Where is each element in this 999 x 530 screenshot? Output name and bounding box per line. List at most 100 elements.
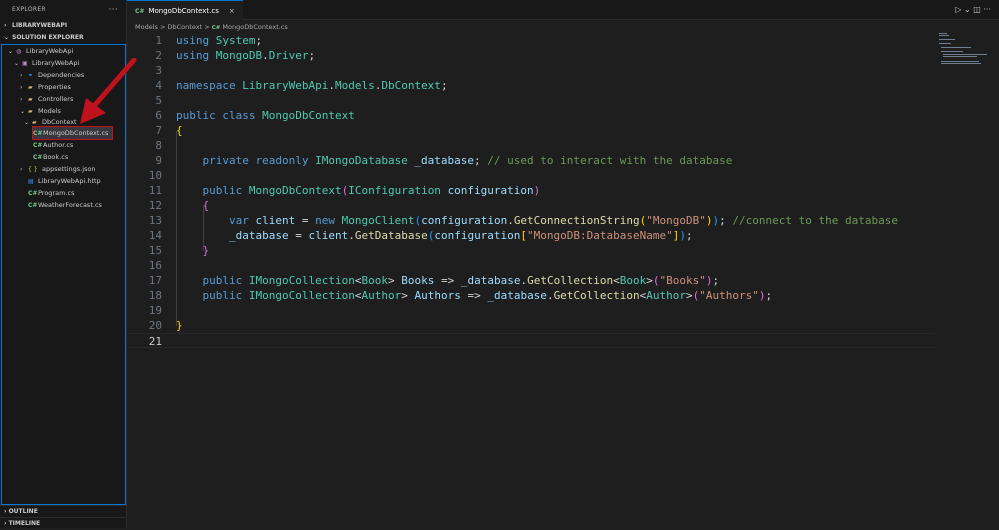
code-line: 8 [127, 138, 935, 153]
timeline-label: TIMELINE [8, 520, 41, 527]
line-number: 7 [155, 124, 162, 137]
line-number: 11 [148, 184, 162, 197]
line-number: 9 [155, 154, 162, 167]
line-number: 13 [148, 214, 162, 227]
code-line: 3 [127, 63, 935, 78]
tree-item-project[interactable]: ⌄ ▣ LibraryWebApi [14, 57, 79, 69]
project-section-label: LIBRARYWEBAPI [12, 22, 68, 29]
explorer-title-label: EXPLORER [12, 6, 46, 13]
line-number: 3 [155, 64, 162, 77]
code-editor[interactable]: 1 using System; 2 using MongoDB.Driver; 3 … [127, 33, 935, 513]
line-number: 5 [155, 94, 162, 107]
code-text: using MongoDB.Driver; [176, 49, 316, 62]
code-line-current: 21 [127, 333, 935, 348]
code-text: } [176, 319, 183, 332]
code-line: 4 namespace LibraryWebApi.Models.DbContex… [127, 78, 935, 93]
code-line: 6 public class MongoDbContext [127, 108, 935, 123]
line-number: 20 [148, 319, 162, 332]
tree-item-book[interactable]: C#Book.cs [33, 151, 68, 163]
tree-item-label: MongoDbContext.cs [43, 129, 109, 137]
tree-item-label: DbContext [42, 118, 77, 126]
line-number: 2 [155, 49, 162, 62]
tree-item-label: Book.cs [43, 153, 69, 161]
line-number: 16 [148, 259, 162, 272]
chevron-right-icon: › [20, 166, 23, 173]
code-line: 10 [127, 168, 935, 183]
minimap-line [939, 39, 955, 40]
tree-item-properties[interactable]: › ▰ Properties [20, 81, 71, 93]
tree-item-http[interactable]: ▤ LibraryWebApi.http [28, 175, 101, 187]
code-text: { [176, 124, 183, 137]
tree-item-appsettings[interactable]: ›{ } appsettings.json [20, 163, 96, 175]
code-line: 14 _database = client.GetDatabase(config… [127, 228, 935, 243]
code-line: 13 var client = new MongoClient(configur… [127, 213, 935, 228]
tree-item-label: LibraryWebApi [26, 47, 74, 55]
minimap-line [941, 51, 963, 52]
code-line: 18 public IMongoCollection<Author> Autho… [127, 288, 935, 303]
code-line: 20} [127, 318, 935, 333]
code-text: public IMongoCollection<Book> Books => _… [202, 274, 720, 287]
code-text: } [202, 244, 210, 257]
code-text: private readonly IMongoDatabase _databas… [202, 154, 733, 167]
tree-item-program[interactable]: C#Program.cs [28, 187, 74, 199]
tree-item-label: WeatherForecast.cs [38, 201, 102, 209]
chevron-down-icon: ⌄ [4, 34, 10, 41]
line-number: 10 [148, 169, 162, 182]
line-number: 8 [155, 139, 162, 152]
code-line: 19 [127, 303, 935, 318]
code-line: 5 [127, 93, 935, 108]
tree-item-label: Properties [38, 83, 71, 91]
more-actions-icon[interactable]: ··· [109, 0, 118, 20]
code-text: public MongoDbContext(IConfiguration con… [202, 184, 541, 197]
tab-label: MongoDbContext.cs [148, 7, 219, 15]
code-text: public IMongoCollection<Author> Authors … [202, 289, 773, 302]
breadcrumb-dbcontext[interactable]: DbContext [168, 23, 203, 31]
line-number: 17 [148, 274, 162, 287]
outline-label: OUTLINE [8, 508, 38, 515]
code-line: 15 } [127, 243, 935, 258]
tree-item-label: Controllers [38, 95, 74, 103]
breadcrumb-separator: > [159, 23, 166, 31]
tree-item-label: Author.cs [43, 141, 74, 149]
line-number: 6 [155, 109, 162, 122]
timeline-section-header[interactable]: › TIMELINE [0, 517, 127, 529]
editor-actions[interactable]: ▷ ⌄ ◫ ··· [955, 0, 991, 20]
line-number: 21 [148, 335, 162, 348]
project-section-header[interactable]: › LIBRARYWEBAPI [0, 20, 67, 32]
tree-item-label: Program.cs [38, 189, 75, 197]
code-line: 11 public MongoDbContext(IConfiguration … [127, 183, 935, 198]
tree-item-label: LibraryWebApi [32, 59, 80, 67]
editor-tab-bar: C# MongoDbContext.cs × ▷ ⌄ ◫ ··· [127, 0, 999, 20]
code-line: 7{ [127, 123, 935, 138]
code-line: 16 [127, 258, 935, 273]
close-icon[interactable]: × [229, 7, 235, 15]
tree-item-mongodbcontext-selected[interactable]: C#MongoDbContext.cs [31, 126, 114, 140]
code-line: 9 private readonly IMongoDatabase _datab… [127, 153, 935, 168]
tab-mongodbcontext[interactable]: C# MongoDbContext.cs × [127, 0, 243, 20]
tree-item-dependencies[interactable]: › ⚭ Dependencies [20, 69, 84, 81]
tree-item-label: LibraryWebApi.http [38, 177, 101, 185]
tree-item-weatherforecast[interactable]: C#WeatherForecast.cs [28, 199, 102, 211]
minimap[interactable] [935, 33, 999, 73]
code-line: 1 using System; [127, 33, 935, 48]
tree-item-controllers[interactable]: › ▰ Controllers [20, 93, 73, 105]
breadcrumb-file[interactable]: MongoDbContext.cs [222, 23, 287, 31]
minimap-line [939, 35, 949, 36]
minimap-line [943, 54, 987, 55]
code-text: { [202, 199, 210, 212]
line-number: 15 [148, 244, 162, 257]
tree-item-author[interactable]: C#Author.cs [33, 139, 73, 151]
breadcrumb-models[interactable]: Models [135, 23, 158, 31]
minimap-line [939, 43, 951, 44]
minimap-line [943, 56, 977, 57]
code-line: 2 using MongoDB.Driver; [127, 48, 935, 63]
code-text: using System; [176, 34, 263, 47]
line-number: 4 [155, 79, 162, 92]
solution-section-header[interactable]: ⌄ SOLUTION EXPLORER [0, 32, 84, 44]
csharp-file-icon: C# [28, 202, 38, 209]
tree-item-solution[interactable]: ⌄ ◍ LibraryWebApi [8, 45, 73, 57]
code-text: _database = client.GetDatabase(configura… [228, 229, 693, 242]
outline-section-header[interactable]: › OUTLINE [0, 505, 127, 517]
breadcrumb-separator: > [204, 23, 210, 31]
chevron-down-icon: ⌄ [24, 119, 30, 126]
